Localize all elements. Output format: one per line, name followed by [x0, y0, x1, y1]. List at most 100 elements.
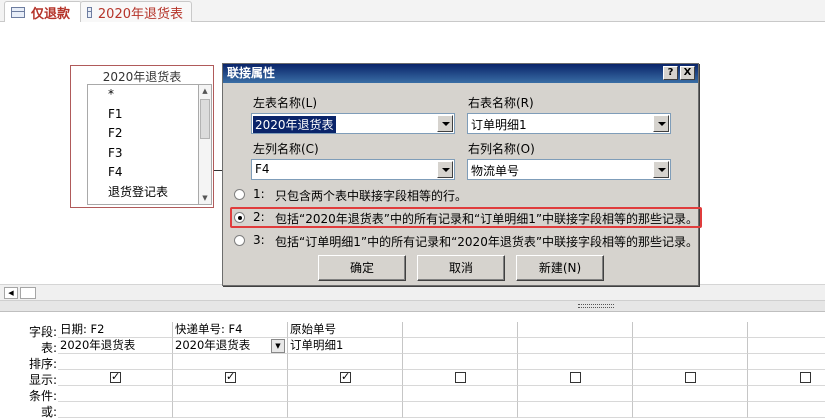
- left-column-value: F4: [255, 162, 270, 176]
- chevron-down-icon[interactable]: [653, 115, 669, 132]
- field-item[interactable]: F3: [88, 144, 198, 164]
- chevron-down-icon[interactable]: [437, 115, 453, 132]
- pane-splitter[interactable]: [0, 300, 825, 312]
- grid-criteria-cell[interactable]: [58, 386, 173, 402]
- show-checkbox[interactable]: [110, 370, 121, 384]
- show-checkbox[interactable]: [340, 370, 351, 384]
- join-option-1-num: 1:: [253, 187, 265, 201]
- grid-sort-cell[interactable]: [748, 354, 825, 370]
- show-checkbox[interactable]: [570, 372, 581, 383]
- grid-or-cell[interactable]: [518, 402, 633, 418]
- right-table-label: 右表名称(R): [468, 96, 534, 110]
- grid-criteria-cell[interactable]: [518, 386, 633, 402]
- chevron-down-icon[interactable]: [437, 161, 453, 178]
- field-item[interactable]: F4: [88, 163, 198, 183]
- grid-table-cell[interactable]: 订单明细1: [288, 338, 403, 354]
- grid-criteria-cell[interactable]: [288, 386, 403, 402]
- grid-field-cell[interactable]: 原始单号: [288, 322, 403, 338]
- grid-criteria-cell[interactable]: [403, 386, 518, 402]
- ok-button[interactable]: 确定: [318, 255, 406, 281]
- grid-sort-cell[interactable]: [58, 354, 173, 370]
- row-header-sort: 排序:: [28, 357, 57, 371]
- join-option-1-radio[interactable]: [234, 189, 245, 200]
- scroll-down-icon[interactable]: ▼: [199, 192, 211, 204]
- document-tab-bar: 仅退款 2020年退货表: [0, 0, 825, 22]
- grid-or-cell[interactable]: [633, 402, 748, 418]
- grid-field-cell[interactable]: [403, 322, 518, 338]
- scroll-thumb[interactable]: [200, 99, 210, 139]
- chevron-down-icon[interactable]: [653, 161, 669, 178]
- scroll-up-icon[interactable]: ▲: [199, 85, 211, 97]
- field-item[interactable]: F1: [88, 105, 198, 125]
- help-button[interactable]: ?: [663, 66, 678, 80]
- grid-table-cell[interactable]: [748, 338, 825, 354]
- row-header-table: 表:: [40, 341, 57, 355]
- grid-sort-cell[interactable]: [288, 354, 403, 370]
- grid-criteria-cell[interactable]: [173, 386, 288, 402]
- right-column-select[interactable]: 物流单号: [467, 159, 671, 180]
- grid-or-cell[interactable]: [173, 402, 288, 418]
- join-option-1-text[interactable]: 只包含两个表中联接字段相等的行。: [275, 187, 467, 204]
- cancel-button[interactable]: 取消: [417, 255, 505, 281]
- grid-table-cell[interactable]: [403, 338, 518, 354]
- join-option-3-num: 3:: [253, 233, 265, 247]
- field-list-scrollbar[interactable]: ▲ ▼: [198, 84, 212, 205]
- grid-sort-cell[interactable]: [518, 354, 633, 370]
- grid-criteria-cell[interactable]: [748, 386, 825, 402]
- field-item[interactable]: F2: [88, 124, 198, 144]
- design-horizontal-scrollbar[interactable]: ◀: [0, 284, 825, 300]
- field-list: * F1 F2 F3 F4 退货登记表: [87, 84, 199, 205]
- grid-or-cell[interactable]: [748, 402, 825, 418]
- dialog-title: 联接属性: [223, 64, 698, 83]
- grid-criteria-cell[interactable]: [633, 386, 748, 402]
- grid-show-cell[interactable]: [748, 370, 825, 386]
- join-option-3-text[interactable]: 包括“订单明细1”中的所有记录和“2020年退货表”中联接字段相等的那些记录。: [275, 233, 698, 250]
- show-checkbox[interactable]: [685, 372, 696, 383]
- new-button[interactable]: 新建(N): [516, 255, 604, 281]
- grid-field-cell[interactable]: 快递单号: F4: [173, 322, 288, 338]
- row-header-field: 字段:: [28, 325, 57, 339]
- right-table-select[interactable]: 订单明细1: [467, 113, 671, 134]
- splitter-grip[interactable]: [578, 304, 614, 308]
- grid-or-cell[interactable]: [403, 402, 518, 418]
- row-header-criteria: 条件:: [28, 389, 57, 403]
- grid-table-cell[interactable]: [518, 338, 633, 354]
- grid-sort-cell[interactable]: [173, 354, 288, 370]
- field-item[interactable]: *: [88, 85, 198, 105]
- right-column-label: 右列名称(O): [468, 142, 535, 156]
- close-button[interactable]: X: [680, 66, 695, 80]
- left-column-select[interactable]: F4: [251, 159, 455, 180]
- grid-or-cell[interactable]: [58, 402, 173, 418]
- grid-table-cell[interactable]: [633, 338, 748, 354]
- grid-field-cell[interactable]: [633, 322, 748, 338]
- left-table-value: 2020年退货表: [253, 116, 336, 133]
- right-column-value: 物流单号: [471, 164, 520, 178]
- grid-table-cell[interactable]: 2020年退货表: [58, 338, 173, 354]
- join-option-3-radio[interactable]: [234, 235, 245, 246]
- grid-field-cell[interactable]: [748, 322, 825, 338]
- grid-field-cell[interactable]: 日期: F2: [58, 322, 173, 338]
- field-item[interactable]: 退货登记表: [88, 183, 198, 203]
- grid-or-cell[interactable]: [288, 402, 403, 418]
- query-icon: [11, 6, 25, 18]
- tab-label: 仅退款: [31, 6, 71, 22]
- grid-field-cell[interactable]: [518, 322, 633, 338]
- tab-query-refund[interactable]: 仅退款: [4, 1, 82, 22]
- table-icon: [87, 6, 92, 18]
- highlight-annotation: [230, 207, 702, 228]
- join-properties-dialog: 联接属性 ? X 左表名称(L) 2020年退货表 右表名称(R) 订单明细1 …: [222, 63, 699, 286]
- scroll-thumb[interactable]: [20, 287, 36, 299]
- field-list-table-returns[interactable]: 2020年退货表 * F1 F2 F3 F4 退货登记表 ▲ ▼: [70, 65, 214, 208]
- show-checkbox[interactable]: [800, 372, 811, 383]
- scroll-left-icon[interactable]: ◀: [4, 287, 18, 299]
- tab-label: 2020年退货表: [97, 6, 183, 22]
- grid-sort-cell[interactable]: [403, 354, 518, 370]
- left-table-select[interactable]: 2020年退货表: [251, 113, 455, 134]
- join-line[interactable]: [214, 170, 222, 171]
- chevron-down-icon[interactable]: ▼: [271, 339, 285, 353]
- tab-table-returns-2020[interactable]: 2020年退货表: [80, 1, 192, 22]
- show-checkbox[interactable]: [225, 370, 236, 384]
- left-column-label: 左列名称(C): [253, 142, 319, 156]
- show-checkbox[interactable]: [455, 372, 466, 383]
- grid-sort-cell[interactable]: [633, 354, 748, 370]
